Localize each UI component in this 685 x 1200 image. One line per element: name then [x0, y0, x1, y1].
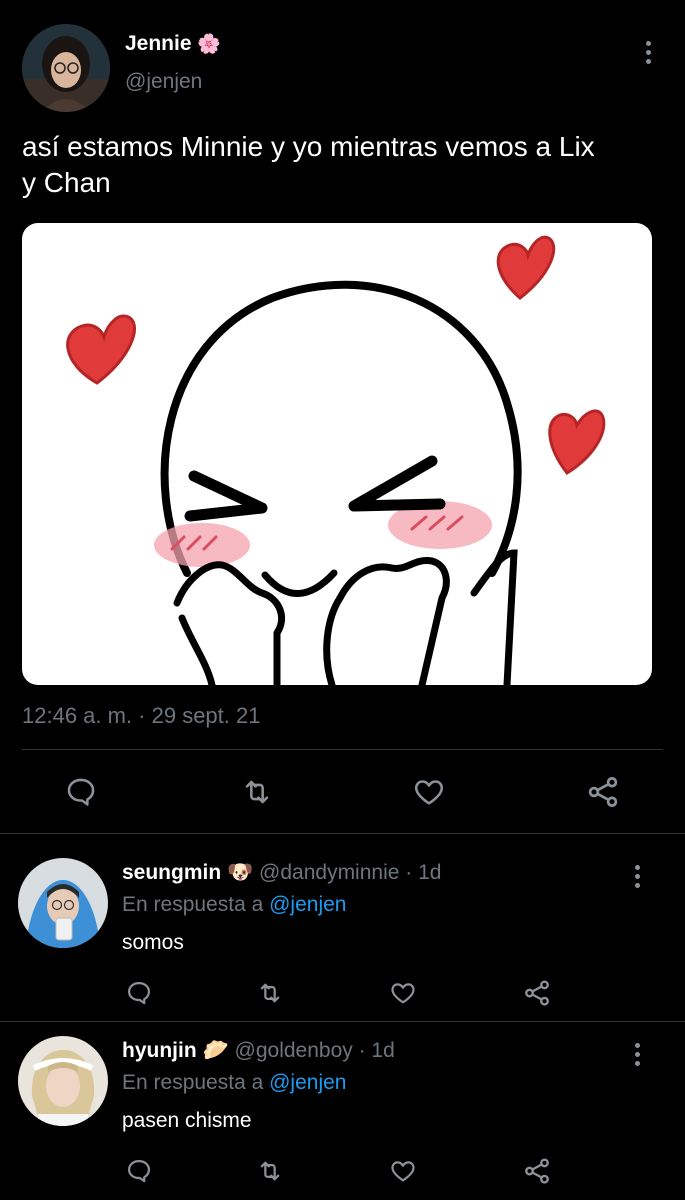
reply-author-name[interactable]: hyunjin	[122, 1039, 197, 1062]
share-icon[interactable]	[585, 774, 621, 810]
avatar-image	[22, 24, 110, 112]
avatar-image	[18, 1036, 108, 1126]
reply-divider	[0, 1021, 685, 1022]
blush-left	[154, 523, 250, 567]
reply-author-handle[interactable]: @goldenboy · 1d	[235, 1039, 395, 1062]
like-icon[interactable]	[388, 1157, 418, 1185]
replying-to-link[interactable]: @jenjen	[269, 1071, 346, 1094]
reply-avatar-seungmin[interactable]	[18, 858, 108, 948]
tweet-image[interactable]	[22, 223, 652, 685]
like-icon[interactable]	[411, 775, 447, 809]
reply-header: hyunjin 🥟 @goldenboy · 1d	[122, 1039, 395, 1063]
author-avatar[interactable]	[22, 24, 110, 112]
tweet-text-line-1: así estamos Minnie y yo mientras vemos a…	[22, 131, 595, 162]
share-icon[interactable]	[522, 1156, 552, 1186]
tweet-timestamp: 12:46 a. m. · 29 sept. 21	[22, 703, 261, 728]
reply-text: somos	[122, 931, 184, 954]
replying-to: En respuesta a @jenjen	[122, 893, 346, 917]
retweet-icon[interactable]	[255, 979, 285, 1007]
blushing-face-drawing	[66, 235, 606, 685]
avatar-image	[18, 858, 108, 948]
retweet-icon[interactable]	[239, 775, 275, 809]
retweet-icon[interactable]	[255, 1157, 285, 1185]
timestamp-divider	[22, 749, 663, 750]
reply-author-name[interactable]: seungmin	[122, 861, 221, 884]
share-icon[interactable]	[522, 978, 552, 1008]
more-icon[interactable]	[645, 41, 651, 64]
reply-header: seungmin 🐶 @dandyminnie · 1d	[122, 861, 441, 885]
dumpling-icon: 🥟	[202, 1039, 229, 1062]
hand-left	[173, 561, 285, 685]
author-name[interactable]: Jennie 🌸	[125, 30, 221, 59]
replying-to-label: En respuesta a	[122, 893, 264, 916]
like-icon[interactable]	[388, 979, 418, 1007]
reply-icon[interactable]	[125, 1157, 153, 1185]
tweet-text-line-2: y Chan	[22, 167, 111, 198]
reply-icon[interactable]	[64, 775, 98, 809]
replying-to-link[interactable]: @jenjen	[269, 893, 346, 916]
reply-author-handle[interactable]: @dandyminnie · 1d	[259, 861, 441, 884]
tweet-text: así estamos Minnie y yo mientras vemos a…	[22, 129, 672, 201]
reply-avatar-hyunjin[interactable]	[18, 1036, 108, 1126]
reply-icon[interactable]	[125, 979, 153, 1007]
heart-top-right	[496, 235, 556, 300]
reply-text: pasen chisme	[122, 1109, 252, 1132]
heart-left	[66, 314, 136, 385]
replying-to-label: En respuesta a	[122, 1071, 264, 1094]
hand-right	[336, 557, 450, 685]
heart-right	[548, 409, 606, 475]
more-icon[interactable]	[634, 865, 640, 888]
more-icon[interactable]	[634, 1043, 640, 1066]
hand-left-arm	[178, 614, 216, 685]
author-handle[interactable]: @jenjen	[125, 70, 202, 94]
dog-face-icon: 🐶	[227, 861, 254, 884]
replying-to: En respuesta a @jenjen	[122, 1071, 346, 1095]
cherry-blossom-icon: 🌸	[197, 34, 222, 55]
smile	[261, 569, 338, 597]
tweet-divider	[0, 833, 685, 834]
